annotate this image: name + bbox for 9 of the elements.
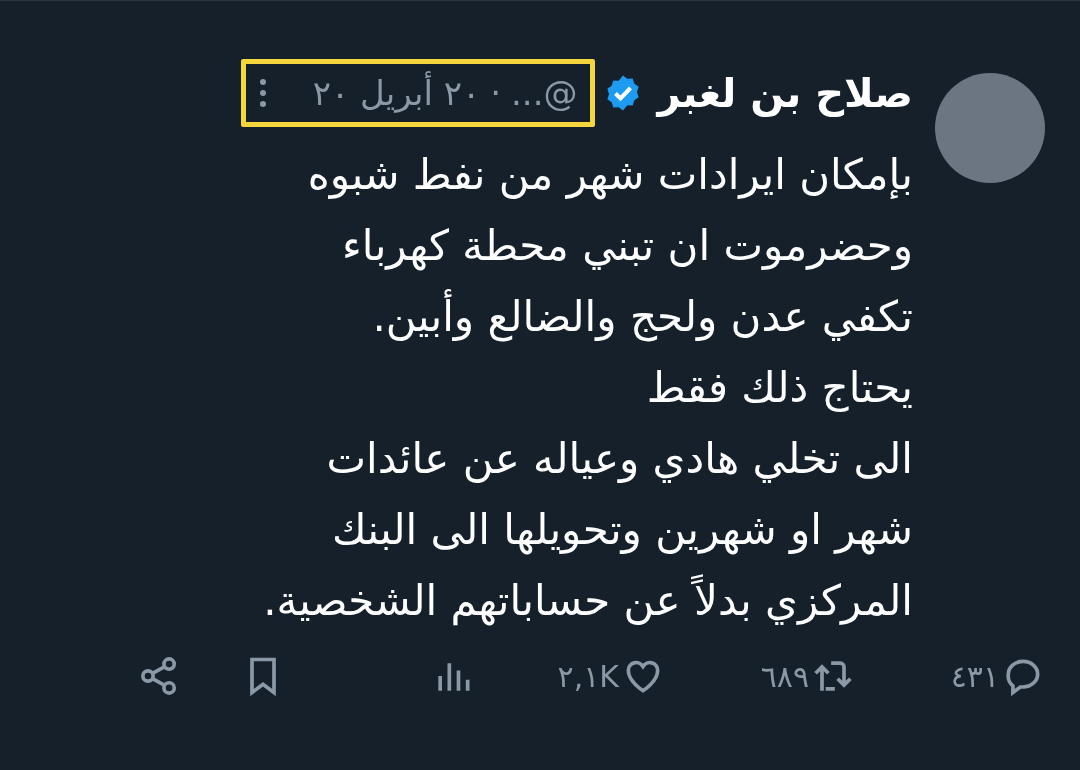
tweet-date[interactable]: ٢٠ أبريل ٢٠ <box>312 73 481 113</box>
action-count: ٢,١K <box>557 658 619 694</box>
separator-dot: · <box>490 73 502 113</box>
more-icon[interactable] <box>258 78 267 108</box>
action-count: ٤٣١ <box>950 658 999 694</box>
author-name[interactable]: صلاح بن لغبر <box>657 70 913 116</box>
author-handle[interactable]: @... <box>511 73 578 113</box>
action-count: ٦٨٩ <box>760 658 809 694</box>
tweet-text: بإمكان ايرادات شهر من نفط شبوه وحضرموت ان تبني محطة كهرباء تكفي عدن ولحج والضالع وأبين. يحتاج ذلك فقط الى تخلي هادي وعياله عن عائدات شهر او شهرين وتحويلها الى البنك المركزي بدلاً عن حساباتهم الشخصية. <box>262 149 913 628</box>
